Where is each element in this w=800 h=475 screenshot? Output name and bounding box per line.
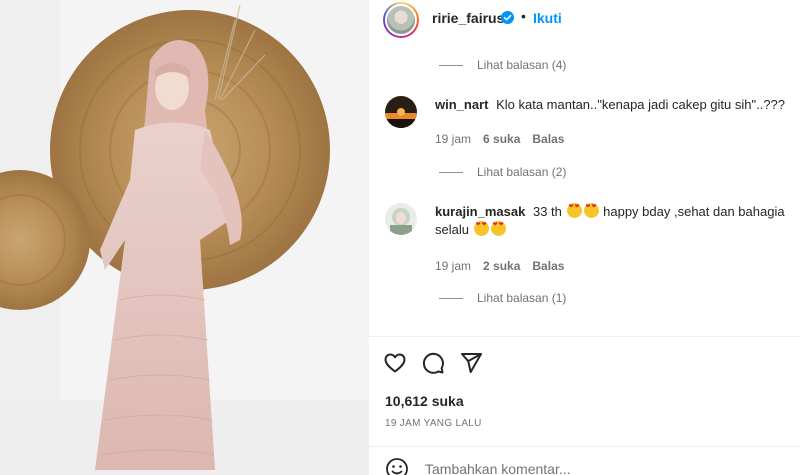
next-comment-partial xyxy=(385,330,800,334)
likes-count[interactable]: 10,612 suka xyxy=(385,393,464,409)
view-replies-button[interactable]: Lihat balasan (1) xyxy=(439,291,566,305)
author-avatar[interactable] xyxy=(383,2,419,38)
comment-meta: 19 jam 6 suka Balas xyxy=(435,132,564,146)
emoji-picker-icon[interactable] xyxy=(385,457,409,475)
reply-button[interactable]: Balas xyxy=(532,132,564,146)
comment-time: 19 jam xyxy=(435,132,472,146)
comment-icon[interactable] xyxy=(421,351,445,375)
comment-username[interactable]: kurajin_masak xyxy=(435,204,525,219)
heart-icon[interactable] xyxy=(383,351,407,375)
heart-eyes-emoji-icon xyxy=(490,221,506,236)
comment-text-part3: selalu xyxy=(435,222,469,237)
view-replies-label: Lihat balasan (4) xyxy=(477,58,567,72)
view-replies-line xyxy=(439,64,463,66)
post-actions xyxy=(383,350,483,376)
author-username[interactable]: ririe_fairus xyxy=(432,10,504,26)
post-header: ririe_fairus • Ikuti xyxy=(369,0,800,38)
view-replies-label: Lihat balasan (1) xyxy=(477,291,567,305)
comment-likes[interactable]: 2 suka xyxy=(483,259,520,273)
view-replies-line xyxy=(439,171,463,173)
view-replies-line xyxy=(439,297,463,299)
post-time: 19 JAM YANG LALU xyxy=(385,418,482,429)
view-replies-button[interactable]: Lihat balasan (4) xyxy=(439,58,566,72)
comment-text-part2: happy bday ,sehat dan bahagia xyxy=(603,204,785,219)
comment-body: win_nart Klo kata mantan.."kenapa jadi c… xyxy=(435,96,800,114)
heart-eyes-emoji-icon xyxy=(566,203,582,218)
comments-list[interactable]: Lihat balasan (4) win_nart Klo kata mant… xyxy=(369,38,800,334)
header-separator: • xyxy=(521,8,526,24)
comment-meta: 19 jam 2 suka Balas xyxy=(435,259,564,273)
comment-avatar[interactable] xyxy=(385,203,417,235)
follow-button[interactable]: Ikuti xyxy=(533,10,562,26)
heart-eyes-emoji-icon xyxy=(473,221,489,236)
verified-badge-icon xyxy=(501,11,514,24)
add-comment-input[interactable] xyxy=(425,461,755,475)
post-side-panel: ririe_fairus • Ikuti Lihat balasan (4) w… xyxy=(369,0,800,475)
post-photo xyxy=(0,0,369,475)
comment-text-part1: 33 th xyxy=(532,204,562,219)
comment-time: 19 jam xyxy=(435,259,472,273)
view-replies-button[interactable]: Lihat balasan (2) xyxy=(439,165,566,179)
share-icon[interactable] xyxy=(459,351,483,375)
actions-divider xyxy=(369,336,800,337)
reply-button[interactable]: Balas xyxy=(532,259,564,273)
comment-likes[interactable]: 6 suka xyxy=(483,132,520,146)
comment-text: Klo kata mantan.."kenapa jadi cakep gitu… xyxy=(496,97,786,112)
comment-body: kurajin_masak 33 th happy bday ,sehat da… xyxy=(435,203,800,239)
add-comment-bar xyxy=(369,447,800,475)
comment-username[interactable]: win_nart xyxy=(435,97,488,112)
comment-avatar[interactable] xyxy=(385,96,417,128)
heart-eyes-emoji-icon xyxy=(583,203,599,218)
view-replies-label: Lihat balasan (2) xyxy=(477,165,567,179)
